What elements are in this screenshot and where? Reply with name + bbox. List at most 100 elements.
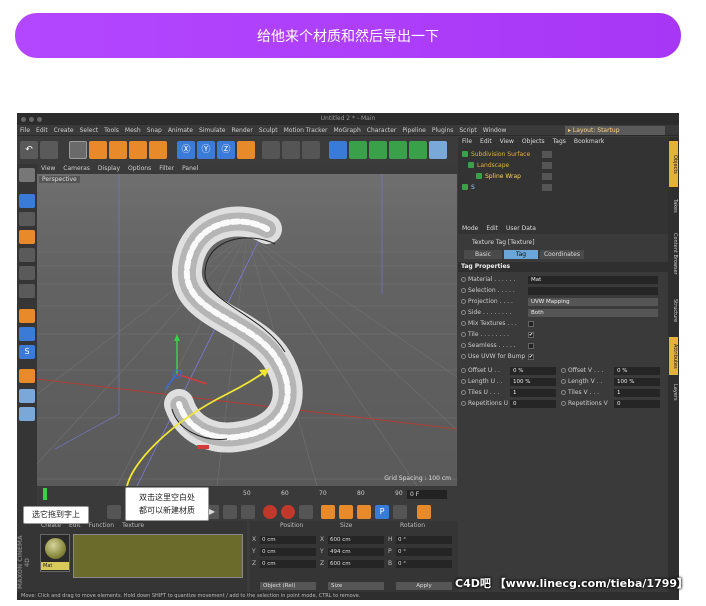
cube-icon[interactable] xyxy=(329,141,347,159)
redo-icon[interactable] xyxy=(40,141,58,159)
attribute-menu-mode[interactable]: Mode xyxy=(462,225,478,232)
viewport-menu-cameras[interactable]: Cameras xyxy=(63,165,90,172)
object-menu-file[interactable]: File xyxy=(462,138,472,145)
prop-animate-icon[interactable] xyxy=(461,354,466,359)
prop-checkbox[interactable] xyxy=(528,321,534,327)
viewport-menu-display[interactable]: Display xyxy=(98,165,120,172)
side-tab-content-browser[interactable]: Content Browser xyxy=(669,223,678,285)
workplane-icon[interactable] xyxy=(19,230,35,244)
tab-basic[interactable]: Basic xyxy=(464,250,502,259)
menu-item-file[interactable]: File xyxy=(20,127,30,134)
render-settings-icon[interactable] xyxy=(302,141,320,159)
menu-item-plugins[interactable]: Plugins xyxy=(432,127,454,134)
prop-checkbox[interactable]: ✔ xyxy=(528,354,534,360)
prop-row-2[interactable]: Projection . . . . UVW Mapping xyxy=(458,297,668,307)
object-menu-objects[interactable]: Objects xyxy=(522,138,545,145)
menu-item-character[interactable]: Character xyxy=(367,127,397,134)
object-visibility-icon[interactable] xyxy=(542,162,552,169)
x-axis-icon[interactable]: Ⓧ xyxy=(177,141,195,159)
coord-size-mode-select[interactable]: Size xyxy=(328,582,384,590)
object-visibility-icon[interactable] xyxy=(542,184,552,191)
pen-spline-icon[interactable] xyxy=(349,141,367,159)
prop-value-right[interactable]: 1 xyxy=(614,389,660,397)
live-selection-icon[interactable] xyxy=(69,141,87,159)
prop-checkbox[interactable]: ✔ xyxy=(528,332,534,338)
menu-item-select[interactable]: Select xyxy=(80,127,99,134)
attribute-menu-user-data[interactable]: User Data xyxy=(506,225,536,232)
prop-animate-icon[interactable] xyxy=(461,277,466,282)
array-icon[interactable] xyxy=(389,141,407,159)
timeline-ruler[interactable]: 05060708090 xyxy=(43,488,453,500)
viewport-perspective[interactable]: Perspective Grid Spacing : 100 cm xyxy=(37,174,457,486)
prop-animate-icon[interactable] xyxy=(561,368,566,373)
viewport-menu-view[interactable]: View xyxy=(41,165,55,172)
prop-value-field[interactable]: UVW Mapping xyxy=(528,298,658,306)
prop-animate-icon[interactable] xyxy=(461,343,466,348)
size-y-field[interactable]: 494 cm xyxy=(328,548,384,556)
coordinate-system-icon[interactable] xyxy=(237,141,255,159)
menu-item-simulate[interactable]: Simulate xyxy=(199,127,226,134)
goto-end-icon[interactable] xyxy=(241,505,255,519)
layout-select[interactable]: ▸ Layout: Startup xyxy=(565,126,665,135)
undo-icon[interactable]: ↶ xyxy=(20,141,38,159)
z-axis-icon[interactable]: Ⓩ xyxy=(217,141,235,159)
prop-value-left[interactable]: 100 % xyxy=(510,378,556,386)
prop-checkbox[interactable] xyxy=(528,343,534,349)
position-z-field[interactable]: 0 cm xyxy=(260,560,316,568)
move-tool-icon[interactable] xyxy=(89,141,107,159)
side-tab-layers[interactable]: Layers xyxy=(669,377,678,407)
polygons-mode-icon[interactable] xyxy=(19,284,35,298)
prop-animate-icon[interactable] xyxy=(461,390,466,395)
grid-icon[interactable] xyxy=(19,389,35,403)
prop-animate-icon[interactable] xyxy=(561,401,566,406)
prop-animate-icon[interactable] xyxy=(461,288,466,293)
scale-tool-icon[interactable] xyxy=(109,141,127,159)
menu-item-sculpt[interactable]: Sculpt xyxy=(259,127,278,134)
goto-start-icon[interactable] xyxy=(107,505,121,519)
zoom-window-icon[interactable] xyxy=(37,117,42,122)
rotate-tool-icon[interactable] xyxy=(129,141,147,159)
object-row-landscape[interactable]: Landscape xyxy=(458,160,668,171)
texture-mode-icon[interactable] xyxy=(19,212,35,226)
material-menu-function[interactable]: Function xyxy=(89,522,115,529)
prop-animate-icon[interactable] xyxy=(461,401,466,406)
prop-row-6[interactable]: Seamless . . . . . xyxy=(458,341,668,351)
object-row-subdivision-surface[interactable]: Subdivision Surface xyxy=(458,149,668,160)
tweak-mode-icon[interactable] xyxy=(19,327,35,341)
prop-animate-icon[interactable] xyxy=(461,368,466,373)
position-x-field[interactable]: 0 cm xyxy=(260,536,316,544)
deformer-icon[interactable] xyxy=(409,141,427,159)
prop-row-7[interactable]: Use UVW for Bump ✔ xyxy=(458,352,668,362)
object-visibility-icon[interactable] xyxy=(542,173,552,180)
attribute-menu-edit[interactable]: Edit xyxy=(486,225,498,232)
key-parameter-icon[interactable]: P xyxy=(375,505,389,519)
prop-value-left[interactable]: 1 xyxy=(510,389,556,397)
size-x-field[interactable]: 600 cm xyxy=(328,536,384,544)
menu-item-create[interactable]: Create xyxy=(54,127,74,134)
timeline-playhead[interactable] xyxy=(43,488,47,500)
prop-animate-icon[interactable] xyxy=(461,332,466,337)
viewport-menu-panel[interactable]: Panel xyxy=(182,165,198,172)
prop-value-right[interactable]: 100 % xyxy=(614,378,660,386)
timeline-window-icon[interactable] xyxy=(417,505,431,519)
prop-animate-icon[interactable] xyxy=(461,379,466,384)
prop-row-1[interactable]: Selection . . . . . xyxy=(458,286,668,296)
rotation-h-field[interactable]: 0 ° xyxy=(396,536,452,544)
key-scale-icon[interactable] xyxy=(339,505,353,519)
object-row-s[interactable]: S xyxy=(458,182,668,193)
autokey-icon[interactable] xyxy=(281,505,295,519)
prop-value-left[interactable]: 0 xyxy=(510,400,556,408)
model-mode-icon[interactable] xyxy=(19,194,35,208)
key-position-icon[interactable] xyxy=(321,505,335,519)
close-window-icon[interactable] xyxy=(21,117,26,122)
side-tab-attributes[interactable]: Attributes xyxy=(669,337,678,375)
position-y-field[interactable]: 0 cm xyxy=(260,548,316,556)
side-tab-objects[interactable]: Objects xyxy=(669,141,678,187)
prop-value-left[interactable]: 0 % xyxy=(510,367,556,375)
prop-animate-icon[interactable] xyxy=(461,321,466,326)
tab-coordinates[interactable]: Coordinates xyxy=(540,250,584,259)
side-tab-takes[interactable]: Takes xyxy=(669,191,678,221)
menu-item-render[interactable]: Render xyxy=(231,127,252,134)
menu-item-pipeline[interactable]: Pipeline xyxy=(402,127,425,134)
keyframe-selection-icon[interactable] xyxy=(299,505,313,519)
